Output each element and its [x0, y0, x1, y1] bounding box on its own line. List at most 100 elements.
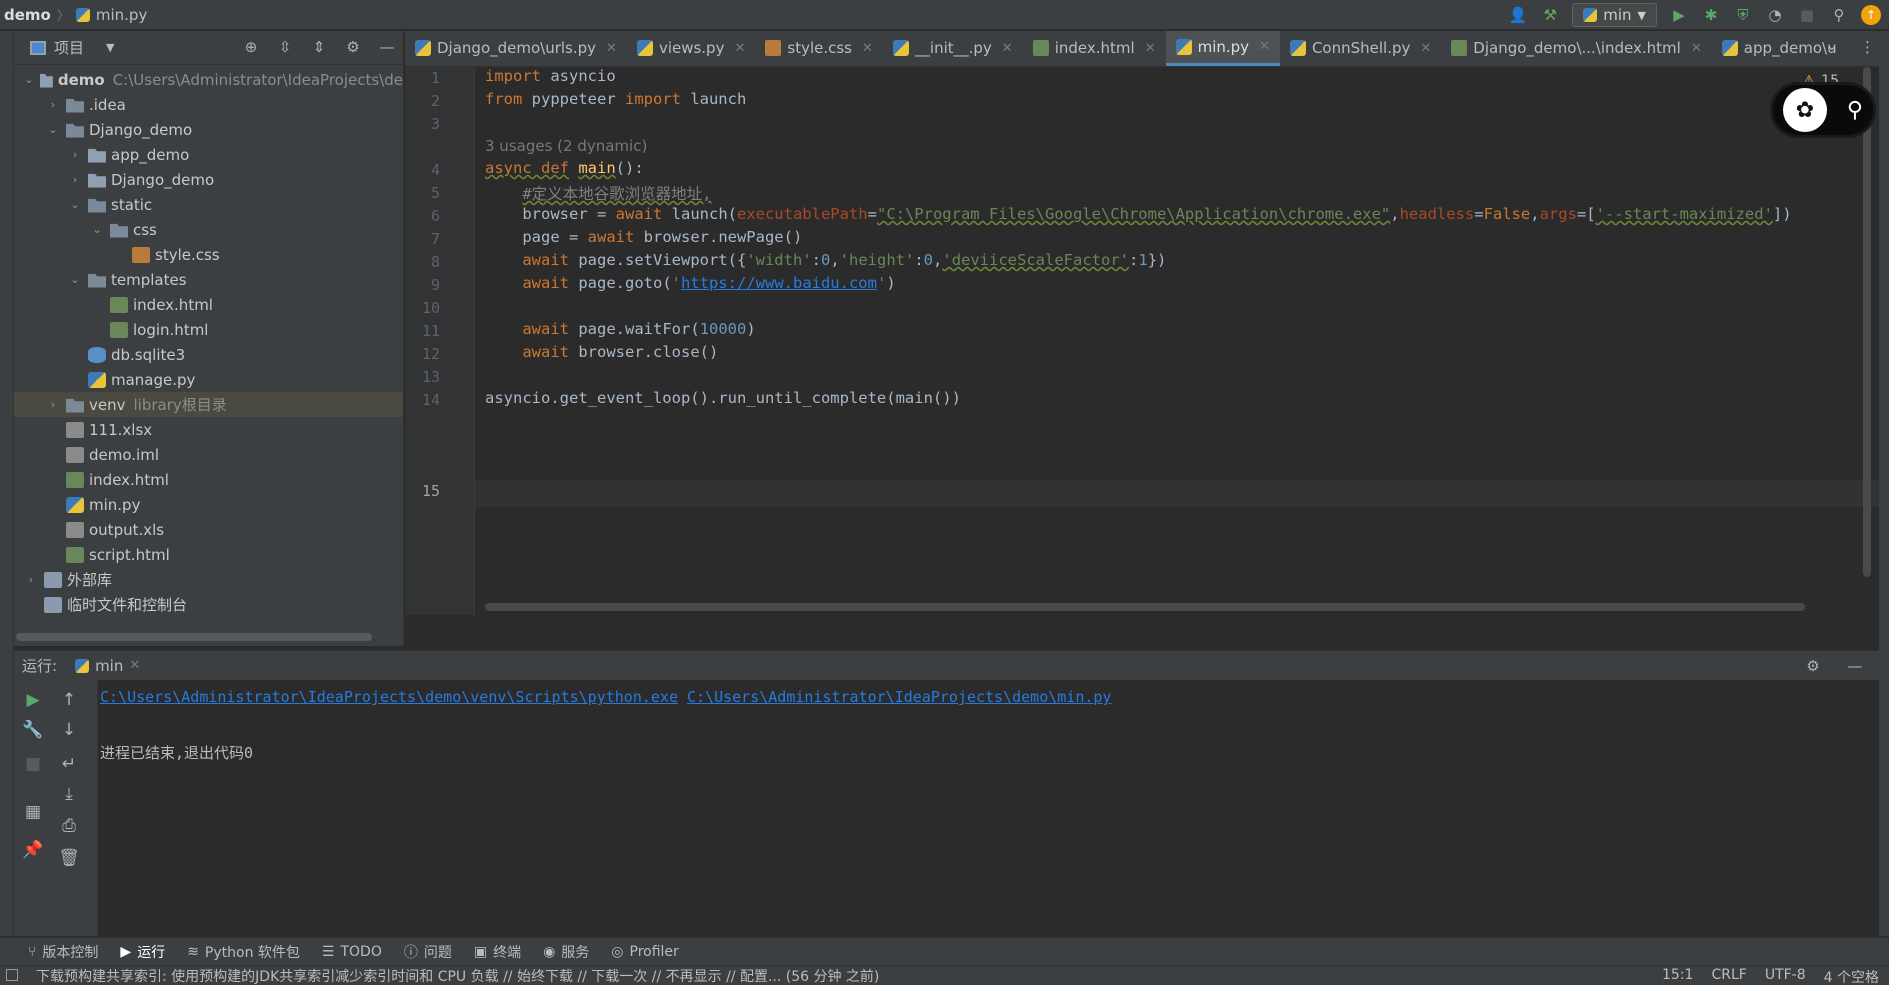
tree-item[interactable]: › venv library根目录 — [14, 392, 403, 417]
tool-window-button[interactable]: ≋ Python 软件包 — [187, 942, 300, 962]
pin-icon[interactable]: 📌 — [22, 840, 44, 862]
tree-item[interactable]: 临时文件和控制台 — [14, 592, 403, 617]
rerun-icon[interactable]: ▶ — [22, 690, 44, 712]
indent-setting[interactable]: 4 个空格 — [1824, 967, 1879, 985]
scroll-to-end-icon[interactable]: ⤓ — [58, 784, 80, 806]
line-number[interactable]: 10 — [405, 299, 440, 317]
close-icon[interactable]: ✕ — [1002, 41, 1013, 56]
build-hammer-icon[interactable]: ⚒ — [1540, 5, 1560, 25]
soft-wrap-icon[interactable]: ↵ — [58, 754, 80, 776]
editor-tab[interactable]: views.py ✕ — [627, 31, 755, 66]
more-icon[interactable]: ⋮ — [1860, 38, 1875, 56]
chevron-down-icon[interactable]: ⌄ — [68, 198, 82, 211]
update-icon[interactable]: ↑ — [1861, 5, 1881, 25]
tool-window-button[interactable]: ◉ 服务 — [543, 942, 589, 962]
close-icon[interactable]: ✕ — [1145, 41, 1156, 56]
chevron-right-icon[interactable]: › — [68, 148, 82, 161]
search-icon[interactable]: ⚲ — [1847, 98, 1863, 123]
line-number[interactable]: 15 — [405, 482, 440, 500]
close-icon[interactable]: ✕ — [1691, 41, 1702, 56]
chevron-down-icon[interactable]: ⌄ — [46, 123, 60, 136]
tool-window-button[interactable]: ▣ 终端 — [474, 942, 521, 962]
project-scrollbar[interactable] — [16, 633, 372, 641]
script-path-link[interactable]: C:\Users\Administrator\IdeaProjects\demo… — [687, 688, 1111, 706]
line-number[interactable]: 11 — [405, 322, 440, 340]
editor-tab[interactable]: Django_demo\urls.py ✕ — [405, 31, 627, 66]
line-number[interactable]: 4 — [405, 161, 440, 179]
run-config-select[interactable]: min ▼ — [1572, 3, 1657, 27]
stop-icon[interactable]: ■ — [22, 754, 44, 776]
run-icon[interactable]: ▶ — [1669, 5, 1689, 25]
chevron-right-icon[interactable]: › — [68, 173, 82, 186]
tree-item[interactable]: output.xls — [14, 517, 403, 542]
line-separator[interactable]: CRLF — [1711, 967, 1746, 985]
chevron-right-icon[interactable]: › — [46, 98, 60, 111]
close-icon[interactable]: ✕ — [734, 41, 745, 56]
tree-item[interactable]: min.py — [14, 492, 403, 517]
chevron-down-icon[interactable]: ⌄ — [68, 273, 82, 286]
tool-window-button[interactable]: ▶ 运行 — [120, 942, 165, 962]
arrow-up-icon[interactable]: ↑ — [58, 690, 80, 712]
tree-item[interactable]: manage.py — [14, 367, 403, 392]
gear-icon[interactable]: ⚙ — [1803, 656, 1823, 676]
tool-window-button[interactable]: ⓘ 问题 — [404, 942, 452, 962]
tree-item[interactable]: ⌄ static — [14, 192, 403, 217]
python-exe-link[interactable]: C:\Users\Administrator\IdeaProjects\demo… — [100, 688, 678, 706]
tree-item[interactable]: ⌄ Django_demo — [14, 117, 403, 142]
line-number[interactable]: 12 — [405, 345, 440, 363]
chevron-right-icon[interactable]: › — [46, 398, 60, 411]
tree-item[interactable]: › 外部库 — [14, 567, 403, 592]
caret-position[interactable]: 15:1 — [1662, 967, 1693, 985]
tree-item[interactable]: ⌄ css — [14, 217, 403, 242]
chatgpt-logo-icon[interactable]: ✿ — [1782, 88, 1827, 132]
trash-icon[interactable]: 🗑 — [58, 848, 80, 870]
tree-item[interactable]: script.html — [14, 542, 403, 567]
chevron-right-icon[interactable]: › — [24, 573, 38, 586]
breadcrumb-file[interactable]: min.py — [96, 6, 147, 24]
close-icon[interactable]: ✕ — [606, 41, 617, 56]
file-encoding[interactable]: UTF-8 — [1765, 967, 1806, 985]
status-message[interactable]: 下载预构建共享索引: 使用预构建的JDK共享索引减少索引时间和 CPU 负载 /… — [0, 966, 879, 985]
arrow-down-icon[interactable]: ↓ — [58, 720, 80, 742]
tree-item[interactable]: › .idea — [14, 92, 403, 117]
chevron-down-icon[interactable]: ⌄ — [24, 73, 34, 86]
editor-tab[interactable]: min.py ✕ — [1165, 31, 1280, 66]
profile-icon[interactable]: ◔ — [1765, 5, 1785, 25]
minimize-icon[interactable]: — — [1845, 656, 1865, 676]
editor-tab[interactable]: Django_demo\...\index.html ✕ — [1441, 31, 1711, 66]
tool-window-button[interactable]: ☰ TODO — [322, 944, 382, 960]
close-icon[interactable]: ✕ — [1259, 39, 1270, 54]
run-console[interactable]: C:\Users\Administrator\IdeaProjects\demo… — [98, 680, 1879, 936]
layout-icon[interactable]: ▦ — [22, 802, 44, 824]
line-number[interactable]: 6 — [405, 207, 440, 225]
tab-list-chevron-icon[interactable]: ⌄ — [1826, 38, 1838, 54]
tree-item[interactable]: demo.iml — [14, 442, 403, 467]
close-icon[interactable]: ✕ — [1420, 41, 1431, 56]
tree-item[interactable]: index.html — [14, 467, 403, 492]
tree-item[interactable]: ⌄ templates — [14, 267, 403, 292]
tree-item[interactable]: style.css — [14, 242, 403, 267]
stop-icon[interactable]: ■ — [1797, 5, 1817, 25]
tree-item[interactable]: › app_demo — [14, 142, 403, 167]
line-number[interactable]: 14 — [405, 391, 440, 409]
line-number[interactable]: 13 — [405, 368, 440, 386]
chevron-down-icon[interactable]: ▼ — [106, 41, 114, 54]
run-tab[interactable]: min ✕ — [75, 657, 140, 675]
editor-tab[interactable]: ConnShell.py ✕ — [1280, 31, 1441, 66]
coverage-icon[interactable]: ⛨ — [1733, 5, 1753, 25]
close-icon[interactable]: ✕ — [129, 658, 140, 673]
tree-item[interactable]: db.sqlite3 — [14, 342, 403, 367]
minimize-icon[interactable]: — — [377, 37, 397, 57]
tree-item[interactable]: ⌄ demo C:\Users\Administrator\IdeaProjects… — [14, 67, 403, 92]
tree-item[interactable]: › Django_demo — [14, 167, 403, 192]
project-panel-title[interactable]: 项目 — [54, 37, 84, 58]
line-number[interactable]: 5 — [405, 184, 440, 202]
editor-horizontal-scrollbar[interactable] — [485, 603, 1805, 611]
code-editor[interactable]: 1 2 3 4 5 6 7 8 9 10 11 12 13 14 15 import asyncio fro… — [405, 67, 1879, 615]
wrench-icon[interactable]: 🔧 — [22, 720, 44, 742]
usages-hint[interactable]: 3 usages (2 dynamic) — [485, 137, 647, 155]
collapse-all-icon[interactable]: ⇕ — [309, 37, 329, 57]
line-number[interactable]: 7 — [405, 230, 440, 248]
search-icon[interactable]: ⚲ — [1829, 5, 1849, 25]
editor-tab[interactable]: style.css ✕ — [755, 31, 883, 66]
